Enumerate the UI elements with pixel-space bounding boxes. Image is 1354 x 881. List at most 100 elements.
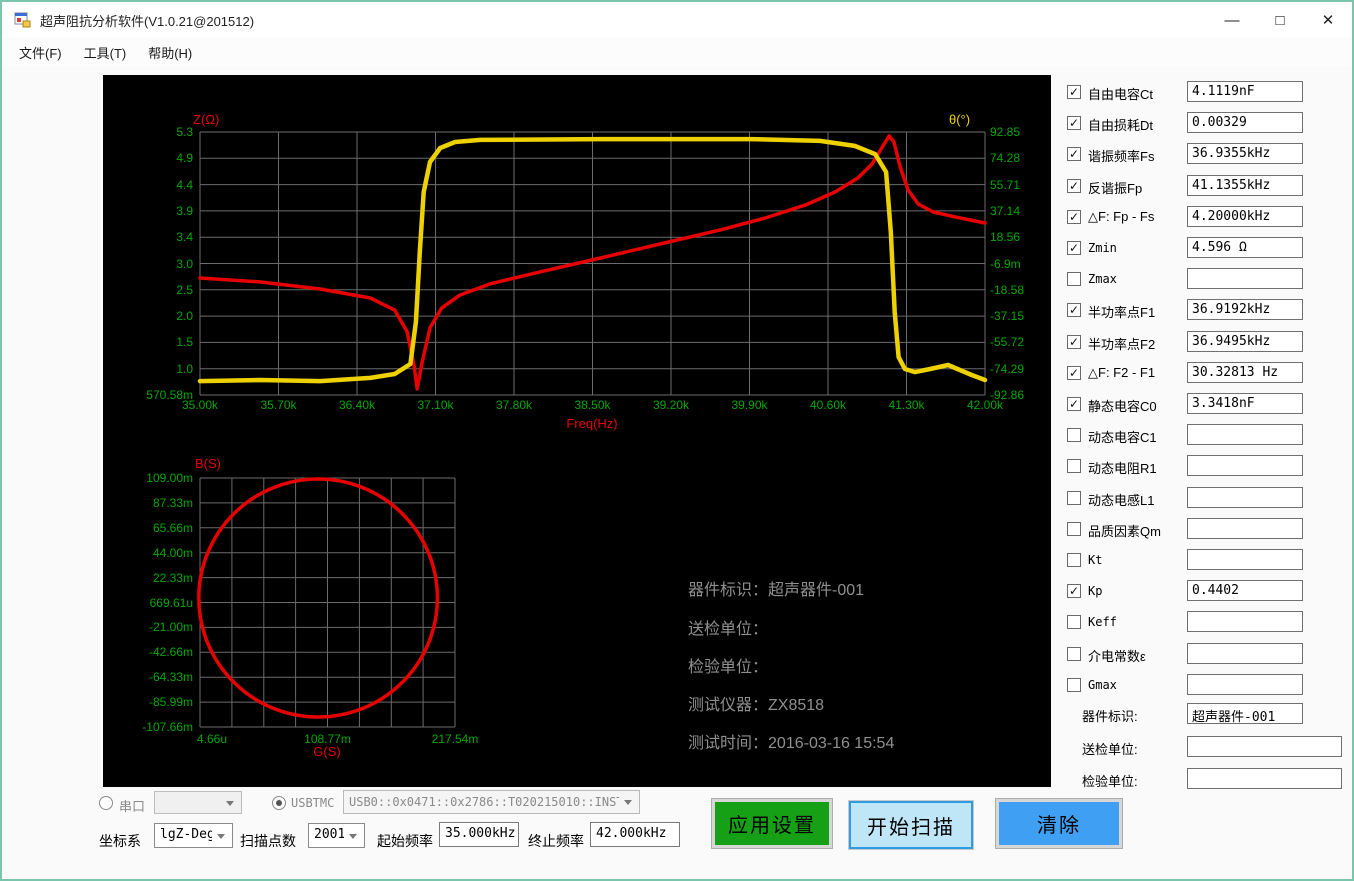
menu-item-2[interactable]: 帮助(H) — [137, 39, 203, 66]
result-checkbox-18[interactable] — [1067, 647, 1081, 661]
freq-tick-0: 35.00k — [170, 398, 230, 412]
serial-label: 串口 — [119, 796, 145, 815]
result-value-8[interactable]: 36.9495kHz — [1187, 331, 1303, 352]
info-line-0: 器件标识：超声器件-001 — [688, 576, 864, 600]
result-value-2[interactable]: 36.9355kHz — [1187, 143, 1303, 164]
sample-field-label-2: 检验单位: — [1082, 771, 1138, 790]
z-tick-9: 1.0 — [103, 362, 193, 376]
close-button[interactable]: ✕ — [1304, 2, 1352, 38]
usbtmc-resource-value: USB0::0x0471::0x2786::T020215010::INSTR — [349, 795, 619, 809]
coord-system-select[interactable]: lgZ-Deg — [154, 823, 233, 848]
result-row-6: Zmax — [1065, 267, 1350, 291]
sample-field-input-2[interactable] — [1187, 768, 1342, 789]
result-label-17: Keff — [1088, 615, 1117, 629]
result-checkbox-12[interactable] — [1067, 459, 1081, 473]
result-value-6[interactable] — [1187, 268, 1303, 289]
sample-field-input-1[interactable] — [1187, 736, 1342, 757]
stop-freq-input[interactable]: 42.000kHz — [590, 822, 680, 847]
freq-tick-1: 35.70k — [249, 398, 309, 412]
result-checkbox-5[interactable]: ✓ — [1067, 241, 1081, 255]
result-value-16[interactable]: 0.4402 — [1187, 580, 1303, 601]
result-row-2: ✓谐振频率Fs36.9355kHz — [1065, 142, 1350, 166]
sweep-points-select[interactable]: 2001 — [308, 823, 365, 848]
z-tick-7: 2.0 — [103, 309, 193, 323]
result-label-7: 半功率点F1 — [1088, 302, 1155, 321]
result-checkbox-3[interactable]: ✓ — [1067, 179, 1081, 193]
freq-tick-9: 41.30k — [877, 398, 937, 412]
result-checkbox-10[interactable]: ✓ — [1067, 397, 1081, 411]
chevron-down-icon — [217, 834, 225, 839]
result-value-1[interactable]: 0.00329 — [1187, 112, 1303, 133]
result-label-19: Gmax — [1088, 678, 1117, 692]
menu-item-1[interactable]: 工具(T) — [73, 39, 138, 66]
result-value-11[interactable] — [1187, 424, 1303, 445]
b-tick-9: -85.99m — [103, 695, 193, 709]
chevron-down-icon — [226, 801, 234, 806]
result-value-18[interactable] — [1187, 643, 1303, 664]
result-value-9[interactable]: 30.32813 Hz — [1187, 362, 1303, 383]
result-value-0[interactable]: 4.1119nF — [1187, 81, 1303, 102]
result-checkbox-8[interactable]: ✓ — [1067, 335, 1081, 349]
minimize-button[interactable]: — — [1208, 2, 1256, 38]
result-label-12: 动态电阻R1 — [1088, 458, 1157, 477]
z-tick-6: 2.5 — [103, 283, 193, 297]
b-tick-2: 65.66m — [103, 521, 193, 535]
result-label-15: Kt — [1088, 553, 1102, 567]
result-checkbox-9[interactable]: ✓ — [1067, 366, 1081, 380]
result-label-14: 品质因素Qm — [1088, 521, 1161, 540]
serial-radio[interactable] — [99, 796, 113, 810]
z-tick-3: 3.9 — [103, 204, 193, 218]
grid-lines — [200, 478, 455, 727]
z-tick-0: 5.3 — [103, 125, 193, 139]
clear-button[interactable]: 清除 — [996, 799, 1122, 848]
result-value-14[interactable] — [1187, 518, 1303, 539]
sample-field-input-0[interactable]: 超声器件-001 — [1187, 703, 1303, 724]
usbtmc-radio[interactable] — [272, 796, 286, 810]
result-value-17[interactable] — [1187, 611, 1303, 632]
impedance-chart — [200, 132, 985, 395]
result-checkbox-11[interactable] — [1067, 428, 1081, 442]
maximize-button[interactable]: □ — [1256, 2, 1304, 38]
info-label-3: 测试仪器： — [688, 697, 768, 714]
result-checkbox-1[interactable]: ✓ — [1067, 116, 1081, 130]
apply-settings-button[interactable]: 应用设置 — [712, 799, 832, 848]
result-checkbox-13[interactable] — [1067, 491, 1081, 505]
start-freq-input[interactable]: 35.000kHz — [439, 822, 519, 847]
result-value-4[interactable]: 4.20000kHz — [1187, 206, 1303, 227]
admittance-chart — [200, 478, 455, 727]
result-checkbox-19[interactable] — [1067, 678, 1081, 692]
coord-system-label: 坐标系 — [99, 831, 141, 851]
theta-axis-title: θ(°) — [949, 112, 970, 127]
result-checkbox-16[interactable]: ✓ — [1067, 584, 1081, 598]
result-value-10[interactable]: 3.3418nF — [1187, 393, 1303, 414]
results-panel: ✓自由电容Ct4.1119nF✓自由损耗Dt0.00329✓谐振频率Fs36.9… — [1065, 80, 1354, 704]
info-line-4: 测试时间：2016-03-16 15:54 — [688, 729, 894, 753]
result-checkbox-7[interactable]: ✓ — [1067, 303, 1081, 317]
plot-panel: Z(Ω) θ(°) Freq(Hz) B(S) G(S) 器件标识：超声器件-0… — [103, 75, 1051, 787]
result-value-13[interactable] — [1187, 487, 1303, 508]
start-scan-button[interactable]: 开始扫描 — [849, 801, 973, 849]
result-checkbox-0[interactable]: ✓ — [1067, 85, 1081, 99]
chevron-down-icon — [349, 834, 357, 839]
result-label-10: 静态电容C0 — [1088, 396, 1157, 415]
result-checkbox-14[interactable] — [1067, 522, 1081, 536]
freq-tick-10: 42.00k — [955, 398, 1015, 412]
result-checkbox-6[interactable] — [1067, 272, 1081, 286]
result-value-19[interactable] — [1187, 674, 1303, 695]
serial-port-select[interactable] — [154, 791, 242, 814]
result-value-5[interactable]: 4.596 Ω — [1187, 237, 1303, 258]
result-value-15[interactable] — [1187, 549, 1303, 570]
result-checkbox-2[interactable]: ✓ — [1067, 147, 1081, 161]
result-row-8: ✓半功率点F236.9495kHz — [1065, 330, 1350, 354]
result-value-7[interactable]: 36.9192kHz — [1187, 299, 1303, 320]
result-checkbox-15[interactable] — [1067, 553, 1081, 567]
result-value-12[interactable] — [1187, 455, 1303, 476]
admittance-circle — [199, 479, 438, 717]
menu-item-0[interactable]: 文件(F) — [8, 39, 73, 66]
result-checkbox-4[interactable]: ✓ — [1067, 210, 1081, 224]
usbtmc-resource-select[interactable]: USB0::0x0471::0x2786::T020215010::INSTR — [343, 790, 640, 814]
freq-tick-6: 39.20k — [641, 398, 701, 412]
result-row-5: ✓Zmin4.596 Ω — [1065, 236, 1350, 260]
result-value-3[interactable]: 41.1355kHz — [1187, 175, 1303, 196]
result-checkbox-17[interactable] — [1067, 615, 1081, 629]
